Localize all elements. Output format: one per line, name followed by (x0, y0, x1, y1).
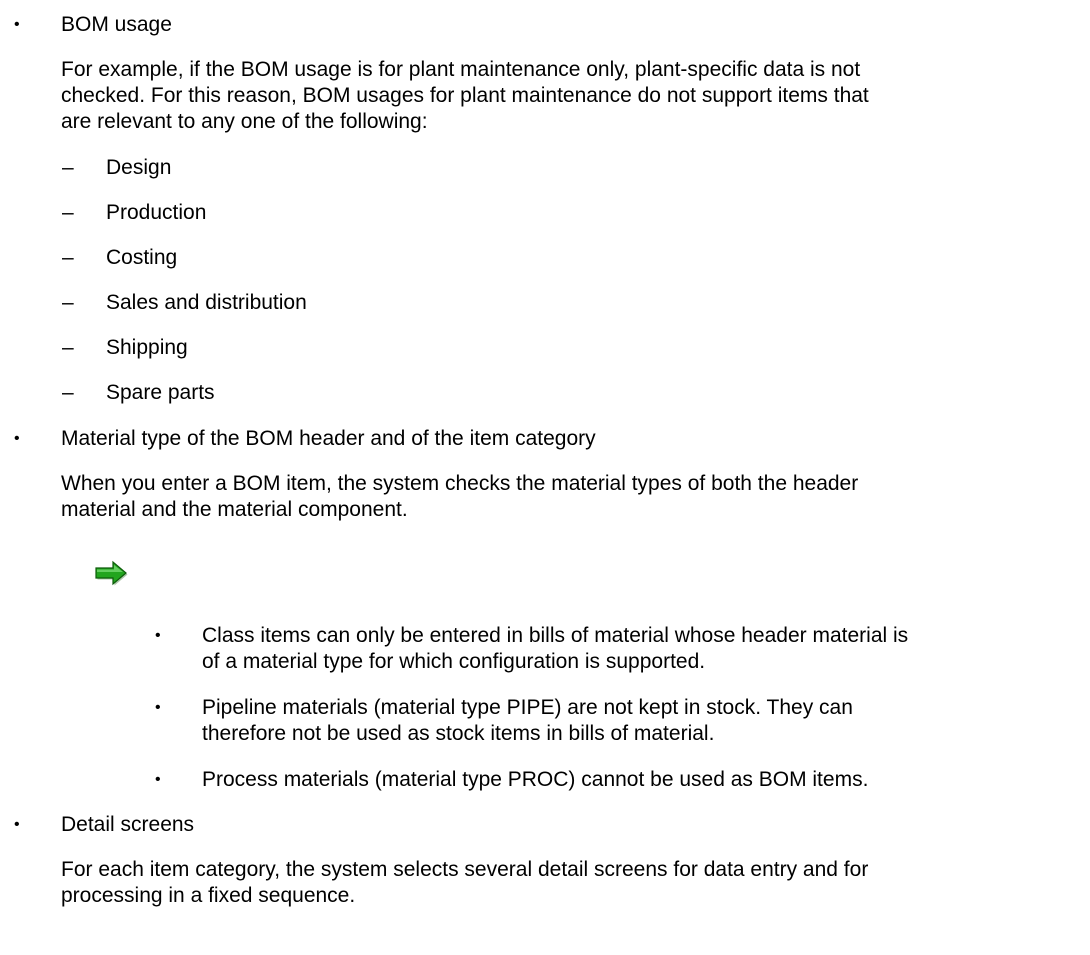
bullet-label: BOM usage (61, 13, 172, 36)
dash-marker: – (62, 156, 74, 179)
bullet-label: Material type of the BOM header and of t… (61, 427, 596, 450)
paragraph-line: For example, if the BOM usage is for pla… (61, 58, 861, 81)
bullet-marker: • (14, 816, 20, 833)
document-page: • BOM usage For example, if the BOM usag… (0, 0, 1090, 955)
paragraph-line: are relevant to any one of the following… (61, 110, 428, 133)
paragraph-line: material and the material component. (61, 498, 408, 521)
bullet-marker: • (155, 699, 161, 716)
dash-marker: – (62, 336, 74, 359)
note-item-line: Class items can only be entered in bills… (202, 624, 909, 647)
dash-item-label: Sales and distribution (106, 291, 307, 314)
dash-item-label: Production (106, 201, 207, 224)
dash-marker: – (62, 246, 74, 269)
paragraph-line: When you enter a BOM item, the system ch… (61, 472, 859, 495)
dash-item-label: Design (106, 156, 172, 179)
bullet-marker: • (14, 430, 20, 447)
dash-marker: – (62, 201, 74, 224)
dash-item-label: Shipping (106, 336, 188, 359)
dash-marker: – (62, 291, 74, 314)
dash-item-label: Costing (106, 246, 178, 269)
note-item-line: therefore not be used as stock items in … (202, 722, 715, 745)
paragraph-line: checked. For this reason, BOM usages for… (61, 84, 869, 107)
dash-marker: – (62, 381, 74, 404)
note-item-line: Process materials (material type PROC) c… (202, 768, 869, 791)
right-arrow-icon (95, 560, 128, 586)
note-item-line: of a material type for which configurati… (202, 650, 706, 673)
paragraph-line: processing in a fixed sequence. (61, 884, 356, 907)
bullet-marker: • (155, 627, 161, 644)
bullet-marker: • (155, 771, 161, 788)
dash-item-label: Spare parts (106, 381, 215, 404)
bullet-label: Detail screens (61, 813, 195, 836)
bullet-marker: • (14, 16, 20, 33)
note-item-line: Pipeline materials (material type PIPE) … (202, 696, 853, 719)
paragraph-line: For each item category, the system selec… (61, 858, 869, 881)
